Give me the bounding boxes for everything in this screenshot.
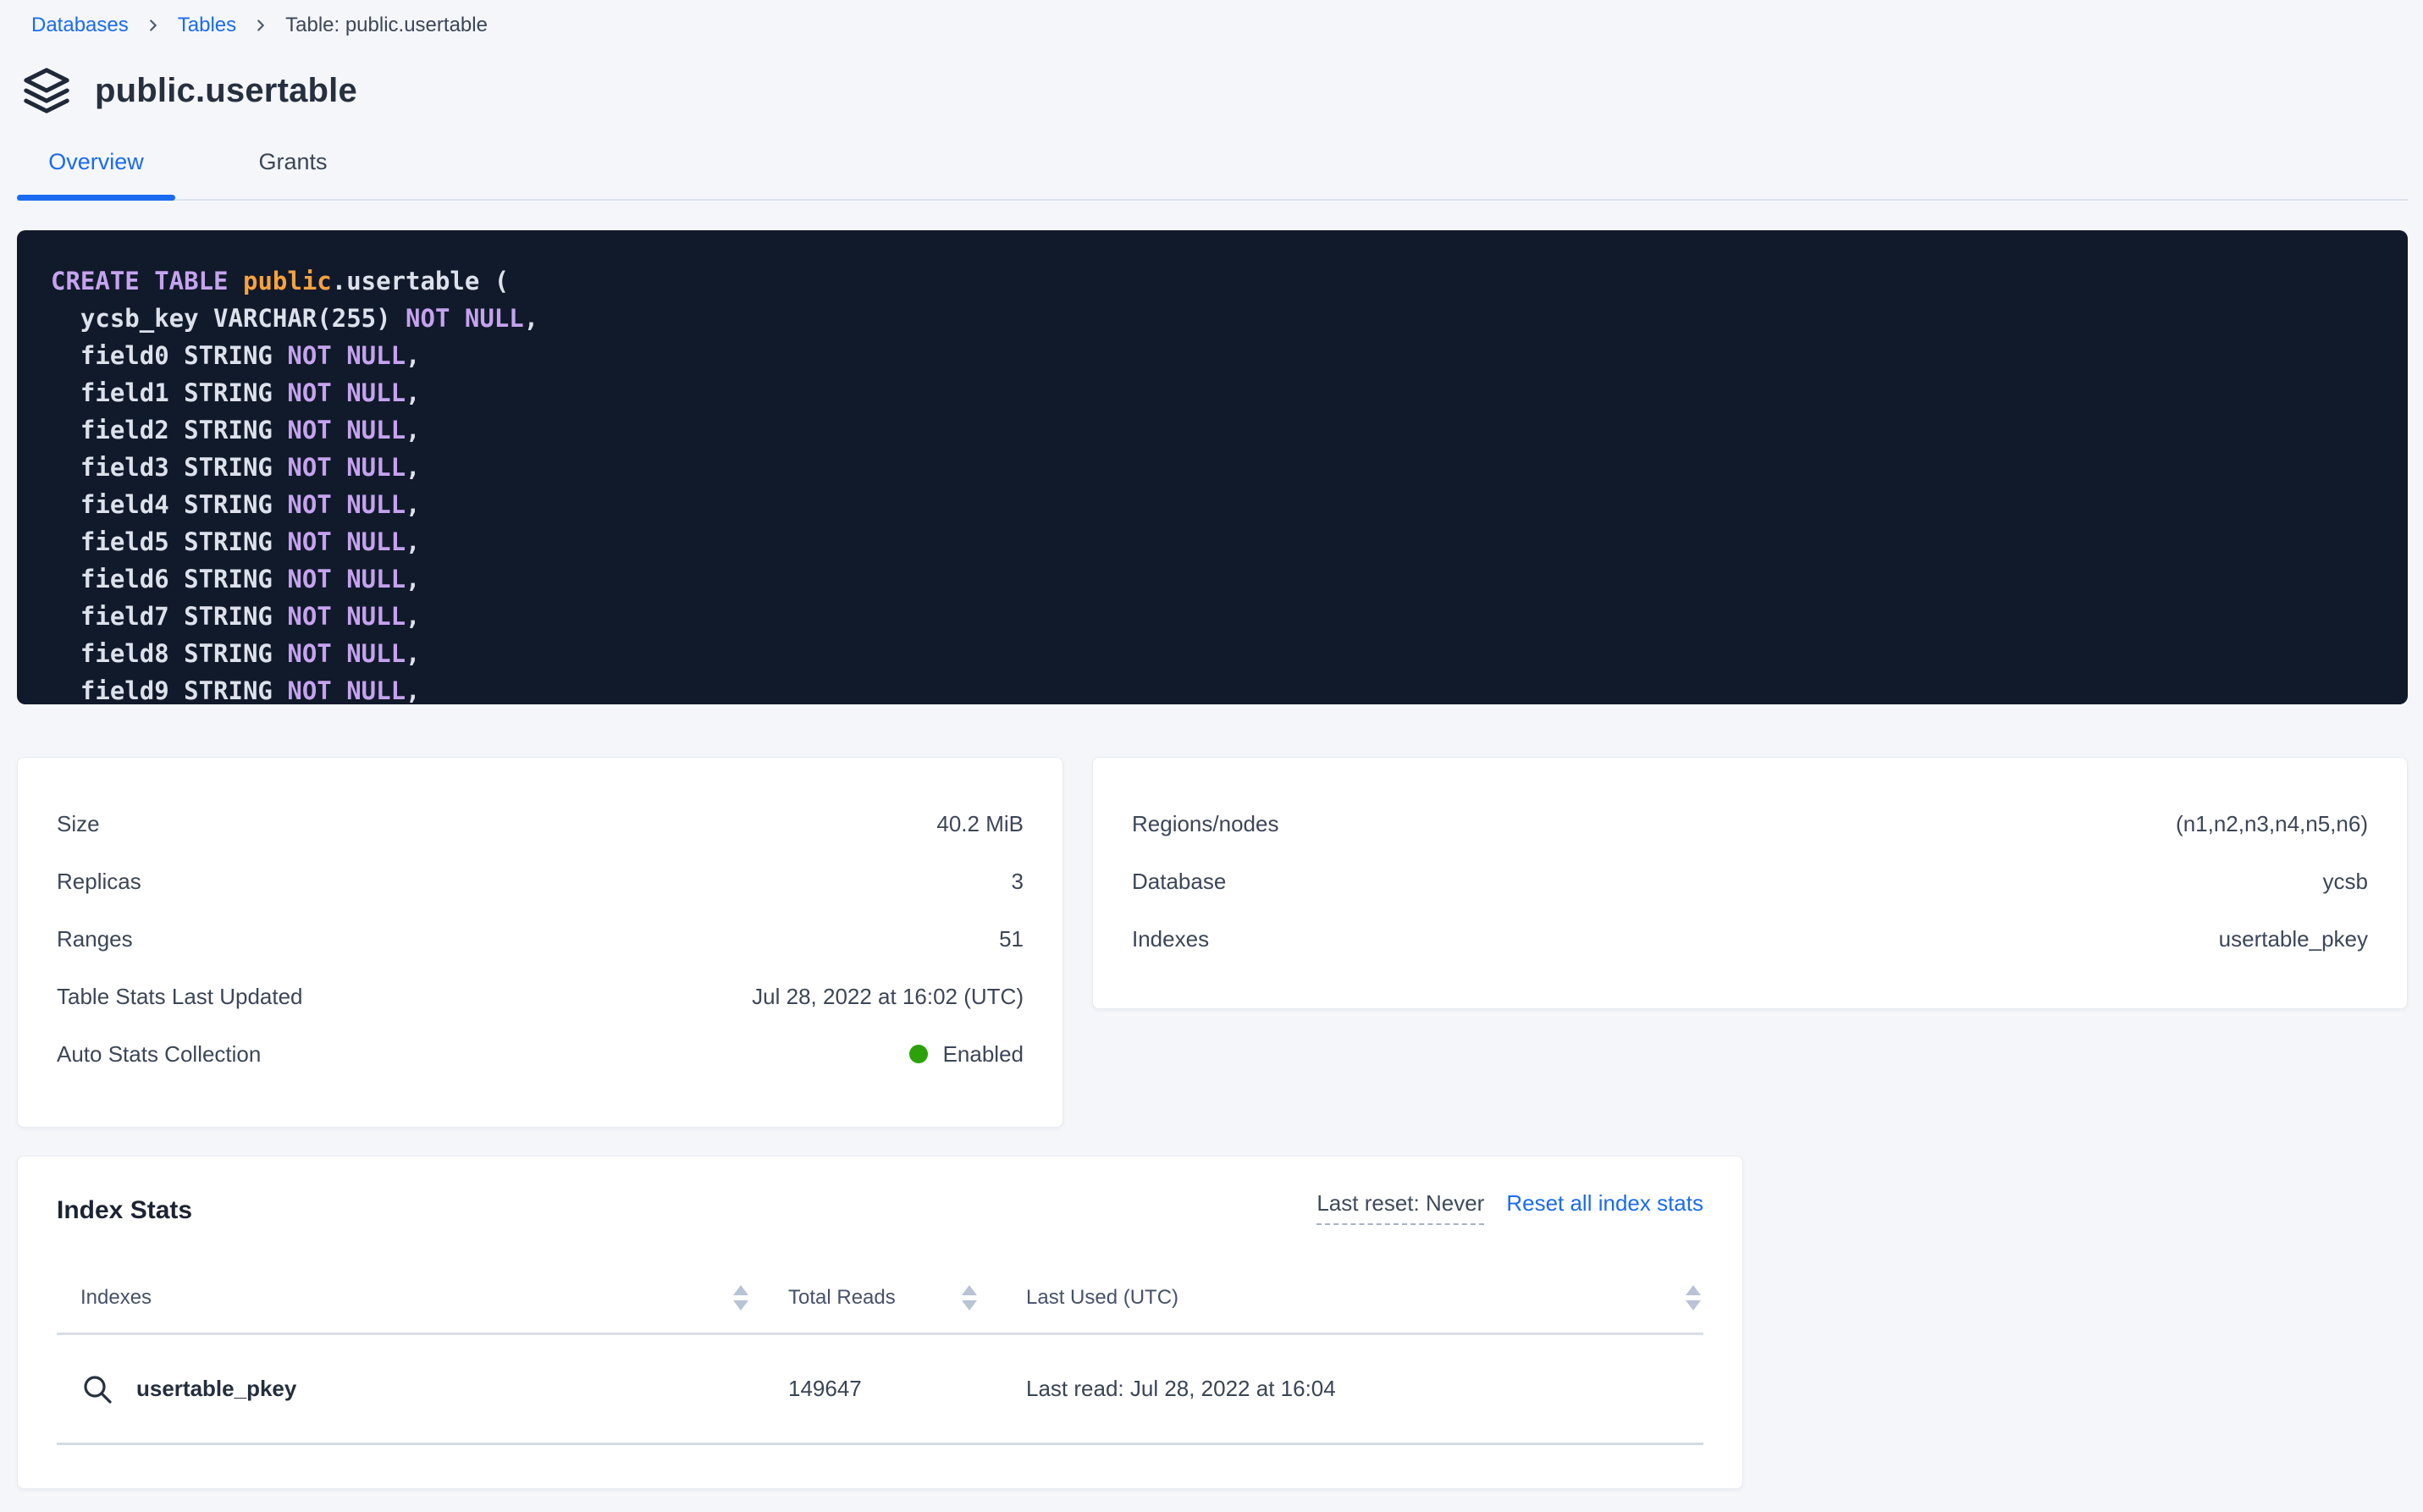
breadcrumb-tables[interactable]: Tables <box>178 14 236 37</box>
detail-row: Ranges 51 <box>57 910 1024 968</box>
detail-value: 3 <box>1012 869 1024 895</box>
sql-code-line: field9 STRING NOT NULL, <box>51 672 2374 704</box>
sql-code-line: CREATE TABLE public.usertable ( <box>51 262 2374 300</box>
index-table-header: Indexes Total Reads Last Used (UTC) <box>57 1262 1703 1335</box>
detail-label: Table Stats Last Updated <box>57 984 303 1010</box>
detail-label: Ranges <box>57 926 133 952</box>
detail-label: Regions/nodes <box>1132 811 1278 837</box>
detail-row: Table Stats Last Updated Jul 28, 2022 at … <box>57 968 1024 1025</box>
detail-row: Size 40.2 MiB <box>57 795 1024 853</box>
column-header-total-reads[interactable]: Total Reads <box>788 1286 896 1310</box>
column-header-indexes[interactable]: Indexes <box>80 1286 152 1310</box>
sql-code-line: field5 STRING NOT NULL, <box>51 523 2374 560</box>
sort-icon[interactable] <box>1683 1283 1703 1313</box>
sql-code-line: ycsb_key VARCHAR(255) NOT NULL, <box>51 300 2374 337</box>
sql-code-line: field0 STRING NOT NULL, <box>51 337 2374 374</box>
table-details-page: Databases Tables Table: public.usertable… <box>0 0 2423 1512</box>
breadcrumb-databases[interactable]: Databases <box>31 14 129 37</box>
detail-label: Database <box>1132 869 1226 895</box>
detail-row: Auto Stats Collection Enabled <box>57 1025 1024 1083</box>
table-details-card: Size 40.2 MiB Replicas 3 Ranges 51 Table Stats… <box>17 757 1063 1128</box>
detail-value: Enabled <box>909 1041 1024 1068</box>
detail-label: Size <box>57 811 100 837</box>
index-total-reads: 149647 <box>768 1376 980 1402</box>
detail-label: Replicas <box>57 869 141 895</box>
detail-value: 51 <box>999 926 1024 952</box>
tab-bar: Overview Grants <box>17 141 2408 201</box>
last-reset-label[interactable]: Last reset: Never <box>1316 1190 1484 1225</box>
sql-code-line: field4 STRING NOT NULL, <box>51 486 2374 523</box>
index-last-used: Last read: Jul 28, 2022 at 16:04 <box>1026 1376 1703 1402</box>
detail-cards: Size 40.2 MiB Replicas 3 Ranges 51 Table Stats… <box>17 757 2408 1128</box>
index-name[interactable]: usertable_pkey <box>136 1376 296 1402</box>
page-title: public.usertable <box>95 72 357 110</box>
sql-code-line: field6 STRING NOT NULL, <box>51 560 2374 598</box>
detail-row: Replicas 3 <box>57 853 1024 910</box>
index-stats-title: Index Stats <box>57 1196 192 1225</box>
page-header: public.usertable <box>17 66 2408 115</box>
detail-value: ycsb <box>2323 869 2368 895</box>
detail-label: Indexes <box>1132 926 1209 952</box>
sql-code-line: field7 STRING NOT NULL, <box>51 598 2374 635</box>
sql-code-line: field3 STRING NOT NULL, <box>51 449 2374 486</box>
index-stats-tbody: usertable_pkey 149647 Last read: Jul 28, 2… <box>57 1335 1703 1445</box>
column-header-last-used[interactable]: Last Used (UTC) <box>1026 1286 1178 1310</box>
layers-stack-icon <box>22 66 71 115</box>
chevron-right-icon <box>144 16 163 35</box>
sql-code-line: field8 STRING NOT NULL, <box>51 635 2374 672</box>
sort-icon[interactable] <box>731 1283 751 1313</box>
detail-row: Indexes usertable_pkey <box>1132 910 2368 968</box>
sql-code-line: field1 STRING NOT NULL, <box>51 374 2374 411</box>
detail-row: Regions/nodes (n1,n2,n3,n4,n5,n6) <box>1132 795 2368 853</box>
detail-value: Jul 28, 2022 at 16:02 (UTC) <box>752 984 1024 1010</box>
breadcrumb: Databases Tables Table: public.usertable <box>17 0 2408 37</box>
detail-value: (n1,n2,n3,n4,n5,n6) <box>2176 811 2368 837</box>
detail-value: usertable_pkey <box>2219 926 2368 952</box>
tab-overview[interactable]: Overview <box>17 141 175 199</box>
status-dot-green-icon <box>909 1045 928 1063</box>
index-stats-row[interactable]: usertable_pkey 149647 Last read: Jul 28, 2… <box>57 1335 1703 1445</box>
tab-grants[interactable]: Grants <box>204 141 382 199</box>
magnifier-icon <box>80 1372 114 1406</box>
create-statement-box[interactable]: CREATE TABLE public.usertable ( ycsb_key… <box>17 230 2408 704</box>
table-meta-card: Regions/nodes (n1,n2,n3,n4,n5,n6) Database… <box>1092 757 2408 1009</box>
chevron-right-icon <box>251 16 270 35</box>
sort-icon[interactable] <box>959 1283 980 1313</box>
detail-value: 40.2 MiB <box>936 811 1024 837</box>
index-stats-card: Index Stats Last reset: Never Reset all … <box>17 1156 1743 1489</box>
sql-code-line: field2 STRING NOT NULL, <box>51 411 2374 449</box>
detail-row: Database ycsb <box>1132 853 2368 910</box>
sql-code: CREATE TABLE public.usertable ( ycsb_key… <box>51 262 2374 704</box>
detail-label: Auto Stats Collection <box>57 1041 261 1068</box>
reset-index-stats-link[interactable]: Reset all index stats <box>1506 1190 1703 1217</box>
breadcrumb-current: Table: public.usertable <box>285 14 488 37</box>
